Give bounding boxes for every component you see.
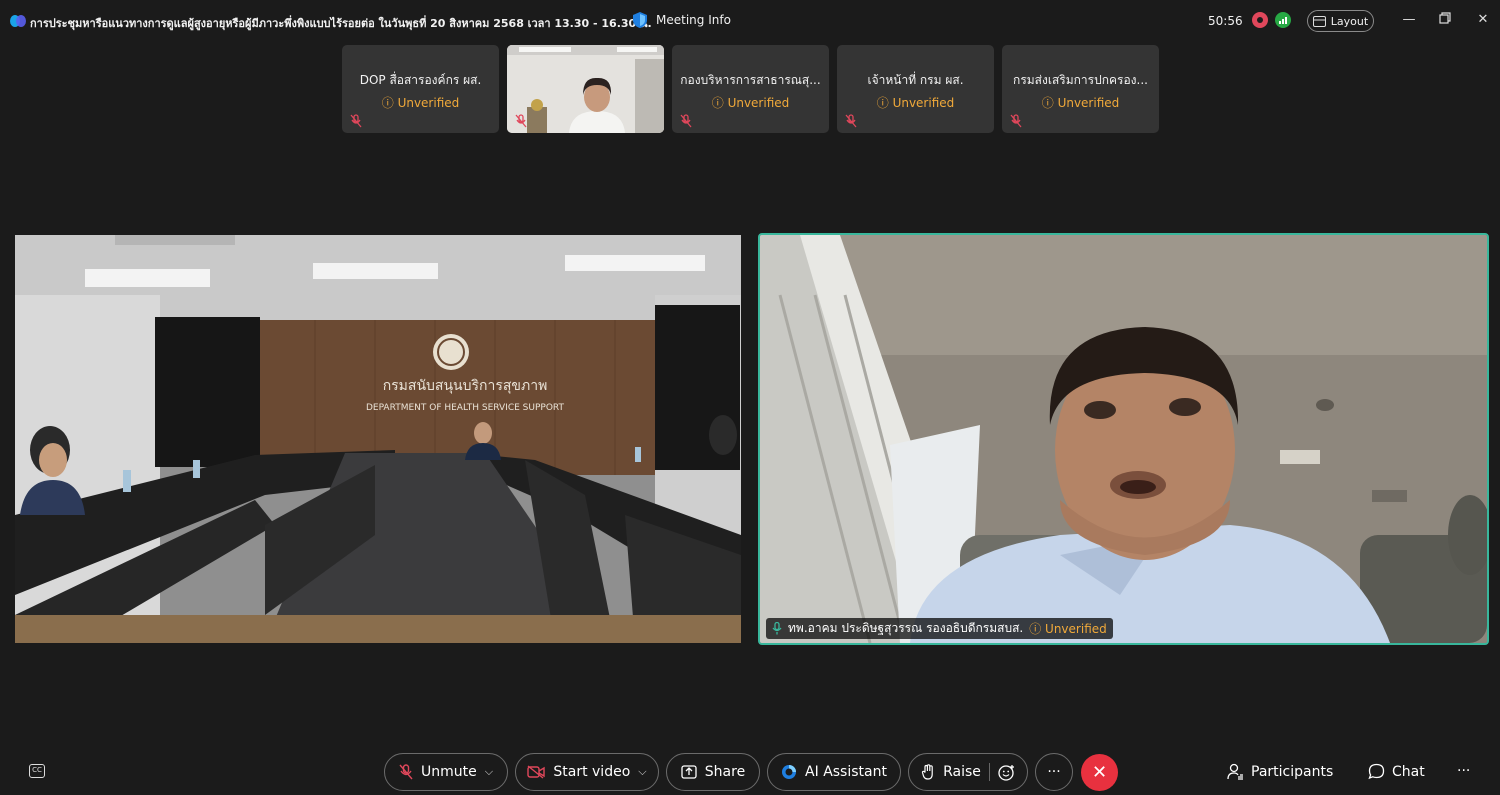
- overflow-icon: ···: [1457, 763, 1471, 779]
- mic-on-icon: [772, 622, 782, 635]
- participants-label: Participants: [1251, 763, 1334, 780]
- ai-assistant-icon: [782, 765, 797, 779]
- participant-name: DOP สื่อสารองค์กร ผส.: [359, 73, 482, 87]
- participant-video-feed: [507, 45, 664, 133]
- mic-muted-icon: [845, 114, 857, 128]
- more-icon: ···: [1047, 764, 1061, 780]
- more-options-button[interactable]: ···: [1035, 753, 1073, 791]
- participant-thumbnails: DOP สื่อสารองค์กร ผส. Unverified กองบริห…: [342, 45, 1159, 133]
- network-signal-icon[interactable]: [1275, 12, 1291, 28]
- layout-button[interactable]: Layout: [1307, 10, 1374, 32]
- mic-muted-icon: [1010, 114, 1022, 128]
- sign-thai-text: กรมสนับสนุนบริการสุขภาพ: [383, 378, 548, 394]
- sign-english-text: DEPARTMENT OF HEALTH SERVICE SUPPORT: [366, 403, 565, 413]
- speaker-name-tag: ทพ.อาคม ประดิษฐสุวรรณ รองอธิบดีกรมสบส. ⓘ…: [766, 618, 1113, 639]
- meeting-title: การประชุมหารือแนวทางการดูแลผู้สูงอายุหรื…: [30, 17, 652, 30]
- speaker-video-feed: [760, 235, 1487, 643]
- recording-icon[interactable]: [1252, 12, 1268, 28]
- unmute-label: Unmute: [420, 764, 477, 780]
- overflow-menu-button[interactable]: ···: [1457, 763, 1470, 779]
- start-video-label: Start video: [553, 764, 631, 780]
- unverified-label: Unverified: [342, 94, 499, 111]
- video-tile-conference-room[interactable]: กรมสนับสนุนบริการสุขภาพ DEPARTMENT OF HE…: [15, 235, 741, 643]
- speaker-name: ทพ.อาคม ประดิษฐสุวรรณ รองอธิบดีกรมสบส.: [788, 621, 1024, 635]
- chat-button[interactable]: Chat: [1368, 763, 1425, 780]
- mic-muted-icon: [399, 764, 413, 780]
- ai-assistant-button[interactable]: AI Assistant: [767, 753, 901, 791]
- divider: [988, 763, 990, 781]
- raise-label: Raise: [943, 764, 981, 780]
- share-button[interactable]: Share: [666, 753, 760, 791]
- share-icon: [681, 765, 697, 779]
- meeting-info-button[interactable]: Meeting Info: [632, 11, 731, 29]
- start-video-button[interactable]: Start video ⌵: [515, 753, 659, 791]
- video-off-icon: [527, 765, 546, 779]
- unverified-label: Unverified: [837, 94, 994, 111]
- participant-tile[interactable]: เจ้าหน้าที่ กรม ผส. Unverified: [837, 45, 994, 133]
- chat-icon: [1368, 763, 1385, 780]
- participant-name: กองบริหารการสาธารณสุ...: [680, 73, 821, 87]
- layout-icon: [1312, 15, 1326, 27]
- unverified-label: Unverified: [672, 94, 829, 111]
- participant-tile[interactable]: กรมส่งเสริมการปกครอง... Unverified: [1002, 45, 1159, 133]
- leave-meeting-button[interactable]: ✕: [1081, 754, 1118, 791]
- restore-icon[interactable]: [1438, 12, 1452, 28]
- mic-muted-icon: [350, 114, 362, 128]
- raise-hand-button[interactable]: Raise: [908, 753, 1028, 791]
- meeting-info-label: Meeting Info: [656, 13, 731, 27]
- unmute-button[interactable]: Unmute ⌵: [384, 753, 508, 791]
- participant-name: กรมส่งเสริมการปกครอง...: [1013, 73, 1148, 87]
- participant-tile-video[interactable]: [507, 45, 664, 133]
- chevron-down-icon[interactable]: ⌵: [485, 765, 493, 779]
- participant-tile[interactable]: DOP สื่อสารองค์กร ผส. Unverified: [342, 45, 499, 133]
- close-icon[interactable]: ✕: [1476, 12, 1490, 28]
- closed-captions-icon[interactable]: CC: [29, 764, 45, 778]
- participant-name: เจ้าหน้าที่ กรม ผส.: [867, 73, 964, 87]
- meeting-timer: 50:56: [1208, 14, 1243, 28]
- minimize-icon[interactable]: —: [1402, 12, 1416, 28]
- conference-room-video-feed: กรมสนับสนุนบริการสุขภาพ DEPARTMENT OF HE…: [15, 235, 741, 643]
- title-bar: การประชุมหารือแนวทางการดูแลผู้สูงอายุหรื…: [0, 0, 1500, 42]
- reactions-icon[interactable]: [998, 764, 1015, 781]
- unverified-label: Unverified: [1002, 94, 1159, 111]
- video-tile-active-speaker[interactable]: ทพ.อาคม ประดิษฐสุวรรณ รองอธิบดีกรมสบส. ⓘ…: [758, 233, 1489, 645]
- signal-bars-icon: [1279, 17, 1287, 24]
- unverified-label: ⓘ Unverified: [1029, 622, 1107, 636]
- layout-label: Layout: [1330, 14, 1369, 28]
- mic-muted-icon: [515, 114, 527, 128]
- shield-icon: [633, 12, 647, 28]
- webex-logo-icon: [10, 15, 26, 27]
- participants-button[interactable]: Participants: [1227, 763, 1333, 780]
- participant-tile[interactable]: กองบริหารการสาธารณสุ... Unverified: [672, 45, 829, 133]
- raise-hand-icon: [921, 764, 933, 780]
- participants-icon: [1227, 763, 1243, 780]
- mic-muted-icon: [680, 114, 692, 128]
- chevron-down-icon[interactable]: ⌵: [638, 765, 646, 779]
- share-label: Share: [704, 764, 746, 780]
- ai-assistant-label: AI Assistant: [805, 764, 887, 780]
- chat-label: Chat: [1392, 763, 1425, 780]
